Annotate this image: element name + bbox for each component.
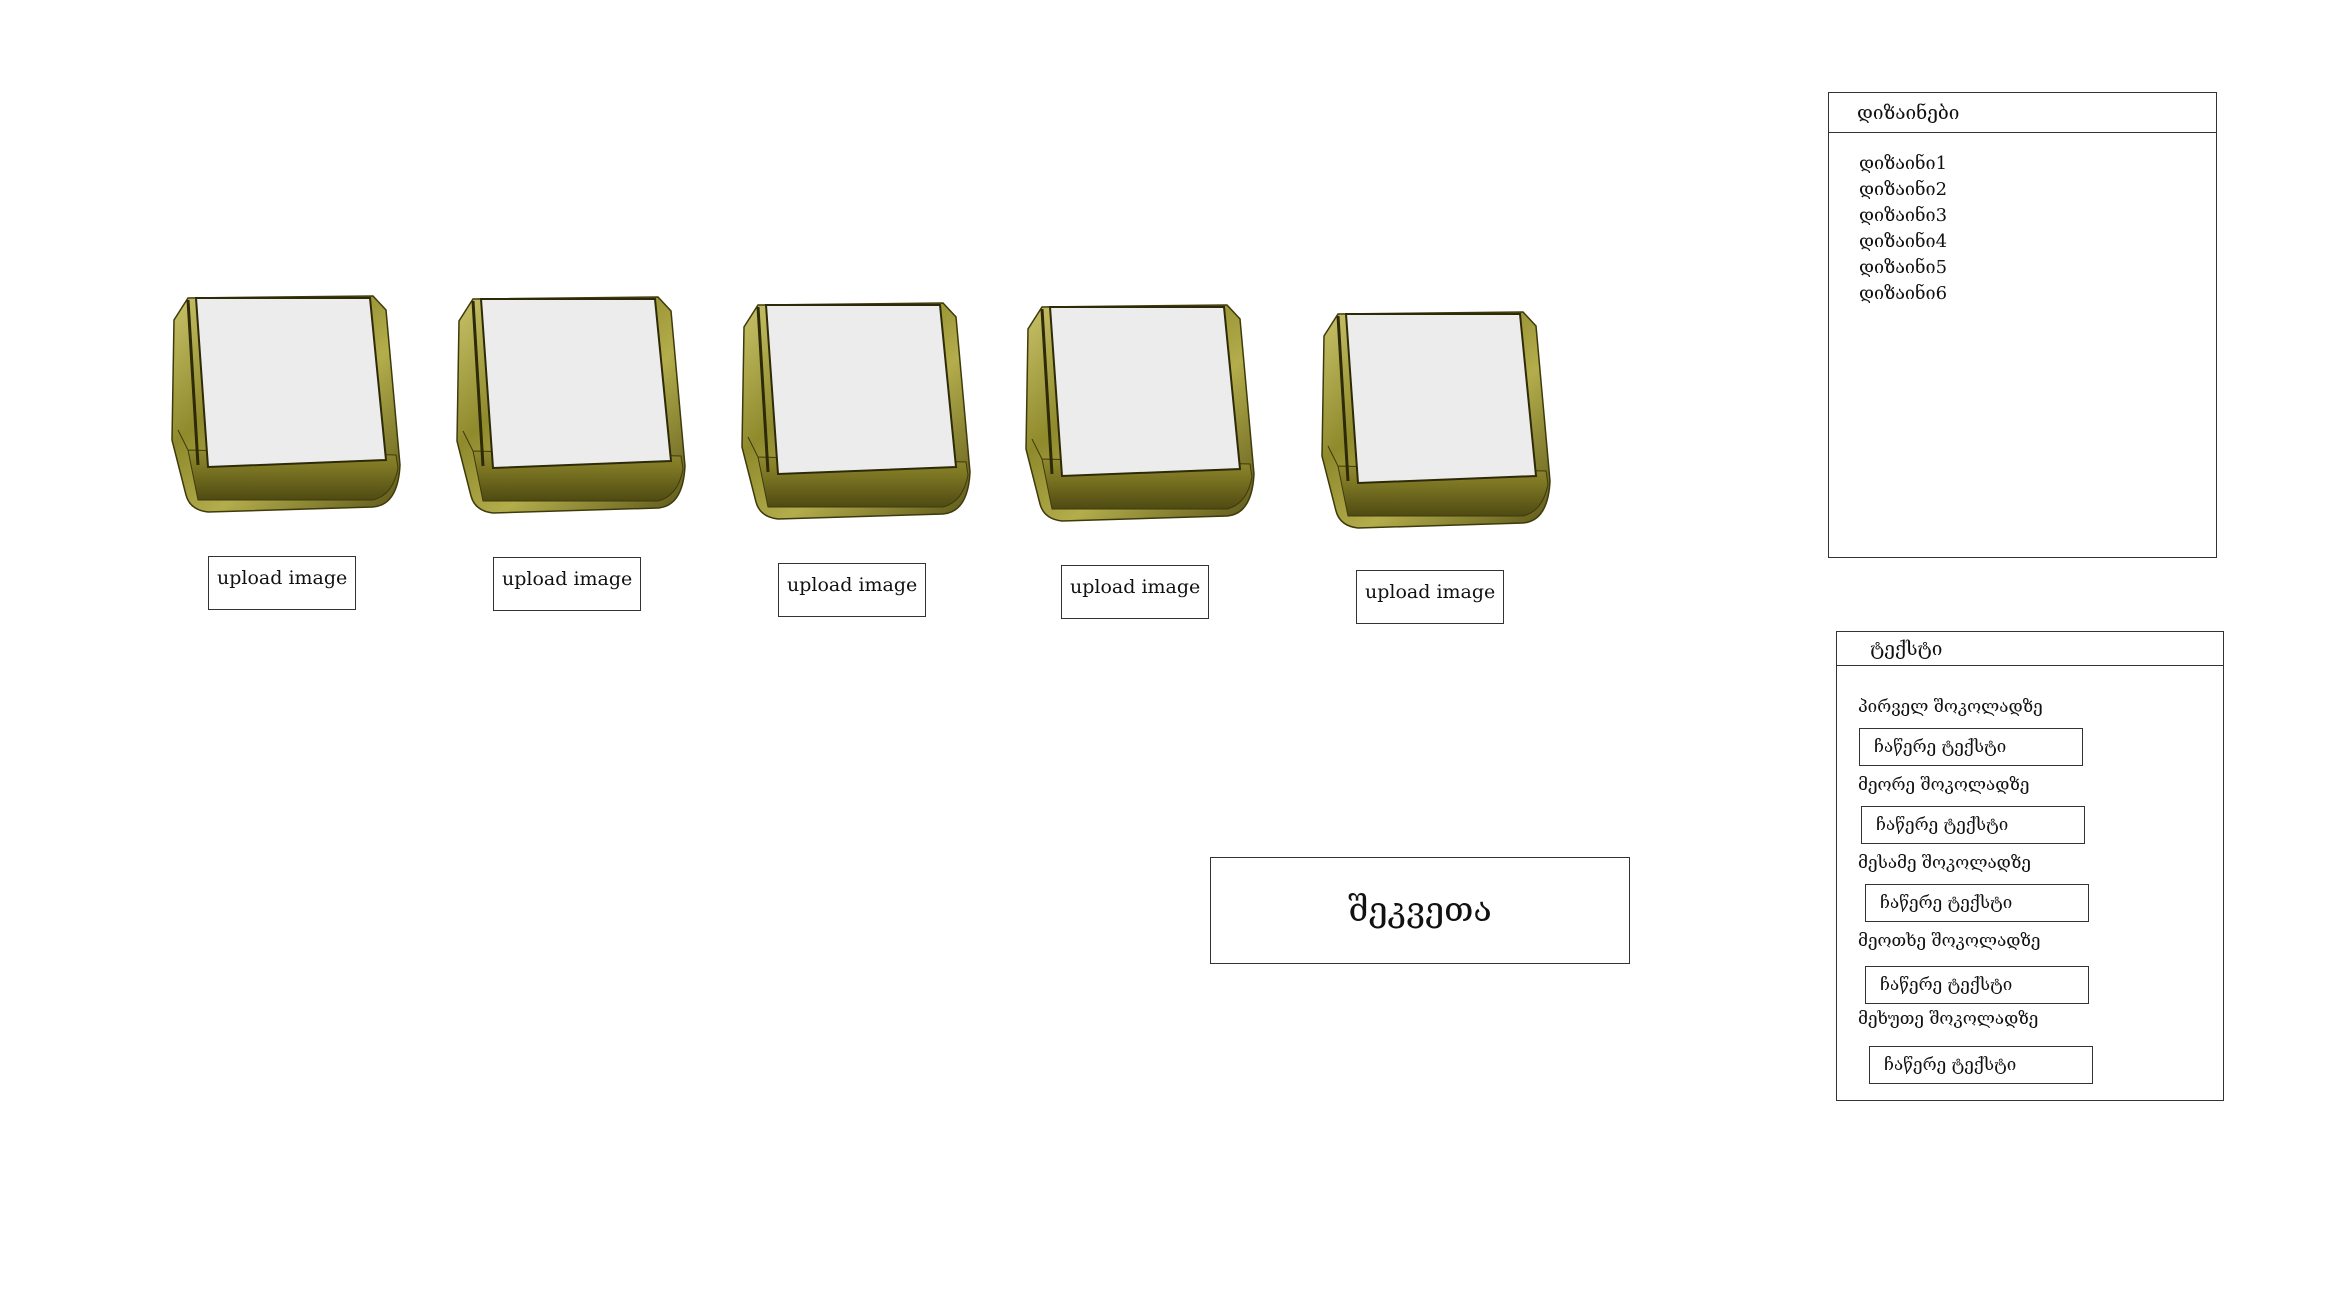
text-label-4: მეოთხე შოკოლადზე [1858, 931, 2041, 951]
chocolate-3 [741, 302, 971, 520]
design-list: დიზაინი1 დიზაინი2 დიზაინი3 დიზაინი4 დიზა… [1859, 151, 1947, 307]
designs-panel-title: დიზაინები [1829, 93, 2216, 133]
chocolate-4 [1025, 304, 1255, 522]
upload-image-button-4[interactable]: upload image [1061, 565, 1209, 619]
text-input-3[interactable] [1865, 884, 2089, 922]
chocolate-2 [456, 296, 686, 514]
text-input-1[interactable] [1859, 728, 2083, 766]
chocolate-1 [171, 295, 401, 513]
text-panel: ტექსტი პირველ შოკოლადზე მეორე შოკოლადზე … [1836, 631, 2224, 1101]
text-label-1: პირველ შოკოლადზე [1858, 697, 2043, 717]
text-panel-title: ტექსტი [1837, 632, 2223, 666]
text-input-5[interactable] [1869, 1046, 2093, 1084]
design-item-4[interactable]: დიზაინი4 [1859, 229, 1947, 255]
design-item-3[interactable]: დიზაინი3 [1859, 203, 1947, 229]
chocolate-5 [1321, 311, 1551, 529]
upload-image-button-1[interactable]: upload image [208, 556, 356, 610]
designs-panel: დიზაინები დიზაინი1 დიზაინი2 დიზაინი3 დიზ… [1828, 92, 2217, 558]
upload-image-button-3[interactable]: upload image [778, 563, 926, 617]
text-label-2: მეორე შოკოლადზე [1858, 775, 2030, 795]
design-item-5[interactable]: დიზაინი5 [1859, 255, 1947, 281]
text-label-5: მეხუთე შოკოლადზე [1858, 1009, 2039, 1029]
order-button[interactable]: შეკვეთა [1210, 857, 1630, 964]
design-item-6[interactable]: დიზაინი6 [1859, 281, 1947, 307]
text-input-2[interactable] [1861, 806, 2085, 844]
upload-image-button-5[interactable]: upload image [1356, 570, 1504, 624]
upload-image-button-2[interactable]: upload image [493, 557, 641, 611]
design-item-2[interactable]: დიზაინი2 [1859, 177, 1947, 203]
design-item-1[interactable]: დიზაინი1 [1859, 151, 1947, 177]
text-input-4[interactable] [1865, 966, 2089, 1004]
text-label-3: მესამე შოკოლადზე [1858, 853, 2031, 873]
